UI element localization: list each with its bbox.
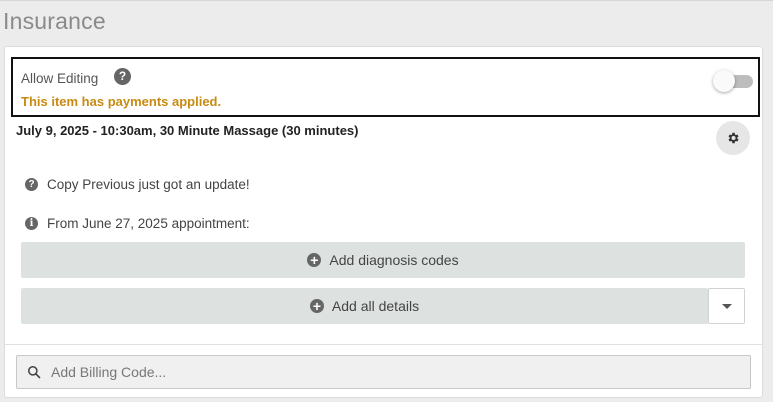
plus-circle-icon: + — [307, 253, 322, 267]
add-diagnosis-codes-button[interactable]: + Add diagnosis codes — [21, 242, 745, 278]
notice-copy-previous: ? Copy Previous just got an update! — [25, 177, 250, 192]
top-divider — [0, 0, 773, 1]
caret-down-icon — [721, 303, 732, 309]
info-circle-icon: i — [25, 217, 38, 230]
allow-editing-toggle[interactable] — [713, 70, 753, 92]
card-divider — [5, 344, 762, 345]
billing-code-input[interactable] — [51, 356, 746, 388]
question-circle-icon[interactable]: ? — [114, 68, 131, 85]
notice-text: Copy Previous just got an update! — [47, 177, 250, 192]
plus-circle-icon: + — [309, 299, 324, 313]
add-all-details-button[interactable]: + Add all details — [21, 288, 708, 324]
payments-applied-warning: This item has payments applied. — [21, 94, 222, 109]
allow-editing-label: Allow Editing — [21, 71, 99, 86]
add-all-details-label: Add all details — [331, 298, 420, 314]
section-title: Insurance — [3, 8, 106, 34]
toggle-knob — [713, 70, 735, 92]
allow-editing-panel: Allow Editing ? This item has payments a… — [11, 57, 760, 117]
notice-previous-appointment: i From June 27, 2025 appointment: — [25, 216, 250, 231]
question-circle-icon: ? — [25, 178, 38, 191]
appointment-heading: July 9, 2025 - 10:30am, 30 Minute Massag… — [16, 123, 359, 138]
insurance-page: Insurance Allow Editing ? This item has … — [0, 0, 773, 402]
billing-code-search — [16, 355, 751, 389]
gear-icon — [728, 132, 739, 144]
appointment-settings-button[interactable] — [716, 121, 750, 155]
notice-text: From June 27, 2025 appointment: — [47, 216, 250, 231]
add-diagnosis-codes-label: Add diagnosis codes — [329, 252, 459, 268]
search-icon — [27, 365, 41, 379]
add-details-dropdown-button[interactable] — [708, 288, 745, 324]
insurance-card: Allow Editing ? This item has payments a… — [4, 46, 763, 398]
